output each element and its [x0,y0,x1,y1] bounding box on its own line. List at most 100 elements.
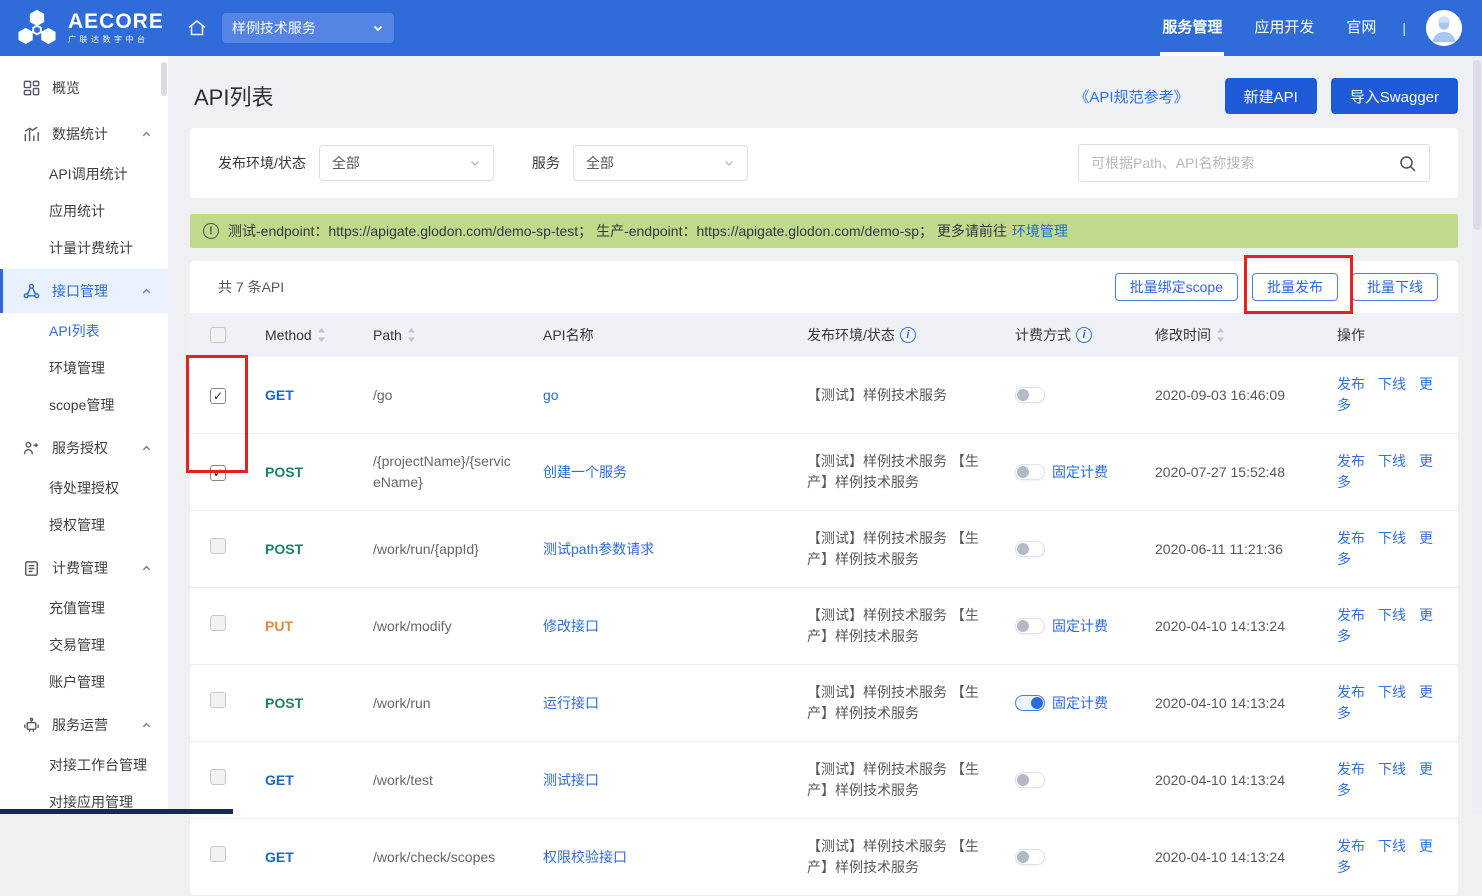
row-checkbox[interactable] [210,692,226,708]
offline-link[interactable]: 下线 [1378,607,1406,623]
publish-link[interactable]: 发布 [1337,530,1365,546]
offline-link[interactable]: 下线 [1378,376,1406,392]
env-manage-link[interactable]: 环境管理 [1012,221,1068,241]
billing-type-link[interactable]: 固定计费 [1052,462,1108,483]
api-spec-reference-link[interactable]: 《API规范参考》 [1074,86,1188,107]
publish-link[interactable]: 发布 [1337,607,1365,623]
avatar[interactable] [1426,10,1462,46]
batch-offline-button[interactable]: 批量下线 [1352,273,1438,301]
search-input[interactable] [1091,155,1398,171]
sidebar-item-service-auth[interactable]: 服务授权 [0,426,168,470]
select-all-checkbox[interactable] [210,327,226,343]
sidebar-item-billing-manage[interactable]: 计费管理 [0,546,168,590]
chevron-up-icon[interactable] [141,129,152,140]
row-checkbox[interactable] [210,846,226,862]
sidebar-item-service-operation[interactable]: 服务运营 [0,703,168,747]
api-name-link[interactable]: 测试接口 [543,772,599,788]
offline-link[interactable]: 下线 [1378,838,1406,854]
chevron-up-icon[interactable] [141,286,152,297]
row-checkbox[interactable] [210,615,226,631]
sort-icon[interactable] [1216,328,1225,342]
billing-toggle[interactable] [1015,772,1045,788]
billing-toggle[interactable] [1015,695,1045,711]
info-icon[interactable]: i [900,327,916,343]
sidebar-subitem-env-manage[interactable]: 环境管理 [0,350,168,387]
row-checkbox[interactable]: ✓ [210,388,226,404]
column-api-name: API名称 [530,325,794,345]
api-name-link[interactable]: 修改接口 [543,618,599,634]
sidebar-subitem-pending-auth[interactable]: 待处理授权 [0,470,168,507]
home-icon[interactable] [186,17,208,39]
sidebar-item-data-stats[interactable]: 数据统计 [0,112,168,156]
method-cell: GET [252,830,360,885]
new-api-button[interactable]: 新建API [1225,78,1317,114]
chevron-down-icon [469,157,481,169]
topbar-nav-app-dev[interactable]: 应用开发 [1254,0,1314,56]
page-scrollbar[interactable] [1472,56,1482,814]
env-status-filter-select[interactable]: 全部 [319,145,494,181]
sidebar-subitem-api-call-stats[interactable]: API调用统计 [0,156,168,193]
sidebar-subitem-api-list[interactable]: API列表 [0,313,168,350]
page-title: API列表 [194,80,273,112]
search-icon[interactable] [1398,154,1417,173]
publish-link[interactable]: 发布 [1337,684,1365,700]
billing-type-link[interactable]: 固定计费 [1052,616,1108,637]
api-name-link[interactable]: 创建一个服务 [543,464,627,480]
service-filter-select[interactable]: 全部 [573,145,748,181]
actions-cell: 发布下线更多 [1324,588,1458,664]
service-selector[interactable]: 样例技术服务 [222,13,394,43]
row-checkbox[interactable] [210,769,226,785]
billing-type-link[interactable]: 固定计费 [1052,693,1108,714]
publish-link[interactable]: 发布 [1337,838,1365,854]
chevron-up-icon[interactable] [141,720,152,731]
env-status-cell: 【测试】样例技术服务 [794,368,994,423]
topbar-nav-official-site[interactable]: 官网 [1346,0,1376,56]
sidebar-subitem-metering-billing-stats[interactable]: 计量计费统计 [0,230,168,267]
batch-bind-scope-button[interactable]: 批量绑定scope [1115,273,1238,301]
info-icon[interactable]: i [1076,327,1092,343]
publish-link[interactable]: 发布 [1337,761,1365,777]
publish-link[interactable]: 发布 [1337,376,1365,392]
sidebar-subitem-app-stats[interactable]: 应用统计 [0,193,168,230]
sidebar-subitem-recharge-manage[interactable]: 充值管理 [0,590,168,627]
table-toolbar: 共 7 条API 批量绑定scope 批量发布 批量下线 [190,261,1458,313]
batch-publish-button[interactable]: 批量发布 [1252,273,1338,301]
chevron-up-icon[interactable] [141,443,152,454]
sort-icon[interactable] [317,328,326,342]
offline-link[interactable]: 下线 [1378,530,1406,546]
path-cell: /work/test [360,753,525,808]
row-checkbox[interactable]: ✓ [210,465,226,481]
publish-link[interactable]: 发布 [1337,453,1365,469]
sidebar-subitem-scope-manage[interactable]: scope管理 [0,387,168,424]
sidebar-subitem-account-manage[interactable]: 账户管理 [0,664,168,701]
api-name-link[interactable]: 运行接口 [543,695,599,711]
offline-link[interactable]: 下线 [1378,684,1406,700]
sort-icon[interactable] [407,328,416,342]
sidebar-subitem-auth-manage[interactable]: 授权管理 [0,507,168,544]
billing-toggle[interactable] [1015,541,1045,557]
brand-hexagon-icon [16,9,58,47]
billing-toggle[interactable] [1015,618,1045,634]
offline-link[interactable]: 下线 [1378,761,1406,777]
sidebar-item-api-manage[interactable]: 接口管理 [0,269,168,313]
billing-toggle[interactable] [1015,464,1045,480]
api-name-link[interactable]: go [543,387,559,403]
brand-logo[interactable]: AECORE 广联达数字中台 [16,9,164,47]
import-swagger-button[interactable]: 导入Swagger [1331,78,1458,114]
path-cell: /work/run/{appId} [360,522,525,577]
offline-link[interactable]: 下线 [1378,453,1406,469]
sidebar-subitem-trade-manage[interactable]: 交易管理 [0,627,168,664]
chevron-up-icon[interactable] [141,563,152,574]
api-name-link[interactable]: 权限校验接口 [543,849,627,865]
topbar-nav-service-manage[interactable]: 服务管理 [1162,0,1222,56]
sidebar-item-overview[interactable]: 概览 [0,66,168,110]
sidebar-scrollbar[interactable] [161,62,167,96]
sidebar-subitem-workbench-manage[interactable]: 对接工作台管理 [0,747,168,784]
env-status-cell: 【测试】样例技术服务 【生产】样例技术服务 [794,665,994,741]
table-row: GET/work/check/scopes权限校验接口【测试】样例技术服务 【生… [190,819,1458,896]
billing-toggle[interactable] [1015,387,1045,403]
row-checkbox[interactable] [210,538,226,554]
billing-toggle[interactable] [1015,849,1045,865]
api-name-link[interactable]: 测试path参数请求 [543,541,654,557]
modified-time-cell: 2020-06-11 11:21:36 [1142,522,1324,577]
